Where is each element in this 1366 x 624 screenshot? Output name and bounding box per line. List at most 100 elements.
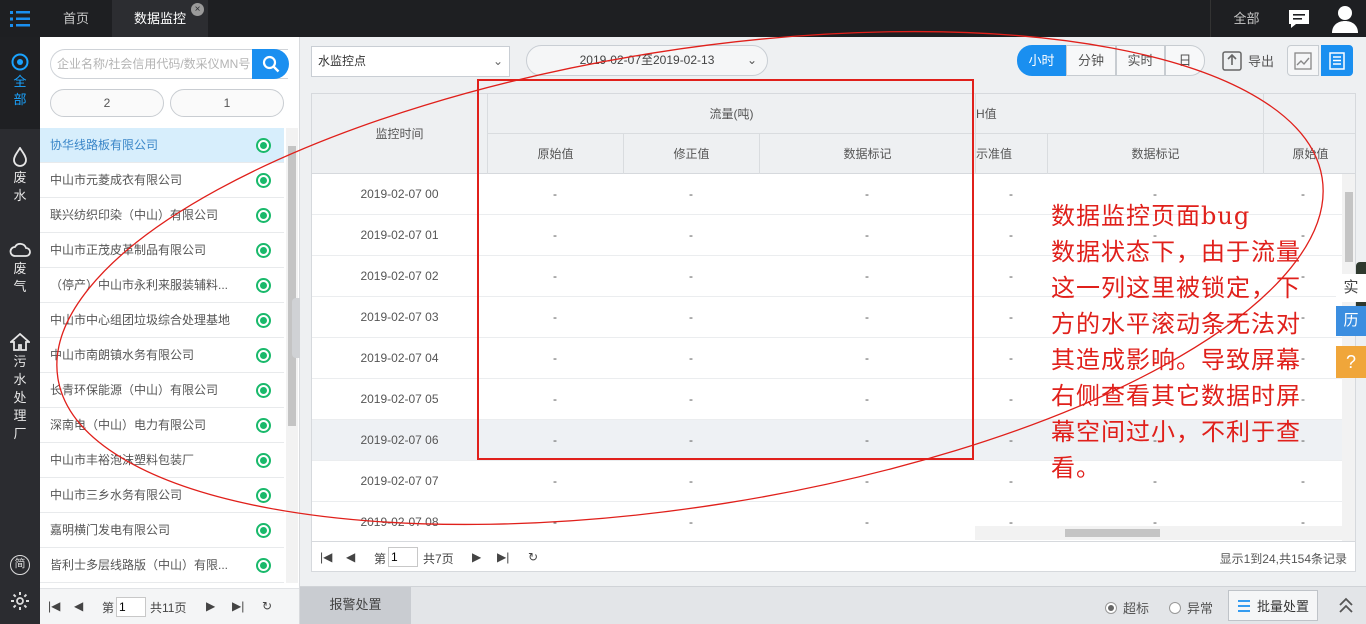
tab-home[interactable]: 首页 — [40, 0, 112, 37]
radio-over-standard[interactable]: 超标 — [1105, 598, 1149, 617]
cell-mark: - — [865, 228, 869, 242]
cell-raw: - — [553, 187, 557, 201]
segment-minute[interactable]: 分钟 — [1066, 45, 1116, 76]
batch-handle-button[interactable]: 批量处置 — [1228, 590, 1318, 621]
nav-sewage-plant-label: 污水处理厂 — [13, 354, 27, 441]
radio-abnormal[interactable]: 异常 — [1169, 598, 1213, 617]
status-online-icon — [256, 523, 271, 538]
header-monitor-time: 监控时间 — [375, 127, 424, 141]
filter-pill-online[interactable]: 2 — [50, 89, 164, 117]
search-button[interactable] — [252, 49, 289, 79]
page-input[interactable] — [116, 597, 146, 617]
cell-fixed: - — [689, 474, 693, 488]
list-item[interactable]: 中山市南朗镇水务有限公司 — [40, 338, 284, 373]
prev-page-icon[interactable]: ◀ — [346, 550, 355, 564]
alarm-handling-tab[interactable]: 报警处置 — [300, 587, 411, 624]
table-view-button[interactable] — [1321, 45, 1353, 76]
bottom-bar: 报警处置 超标 异常 批量处置 — [300, 586, 1366, 624]
company-pager: |◀ ◀ 第 共11页 ▶ ▶| ↻ — [40, 588, 299, 624]
chart-view-button[interactable] — [1287, 45, 1319, 76]
list-item[interactable]: 协华线路板有限公司 — [40, 128, 284, 163]
refresh-icon[interactable]: ↻ — [528, 550, 538, 564]
message-icon[interactable] — [1287, 8, 1311, 30]
cell-time: 2019-02-07 07 — [360, 474, 439, 488]
record-count: 显示1到24,共154条记录 — [1219, 552, 1347, 566]
cell-fixed: - — [689, 310, 693, 324]
date-range-value: 2019-02-07至2019-02-13 — [579, 53, 715, 67]
first-page-icon[interactable]: |◀ — [48, 599, 60, 613]
tab-data-monitor-label: 数据监控 — [133, 11, 186, 26]
cell-time: 2019-02-07 03 — [360, 310, 439, 324]
list-item[interactable]: 中山市丰裕泡沫塑料包装厂 — [40, 443, 284, 478]
list-item[interactable]: 中山市中心组团垃圾综合处理基地 — [40, 303, 284, 338]
filter-pill-offline[interactable]: 1 — [170, 89, 284, 117]
scrollbar-thumb[interactable] — [1345, 192, 1353, 262]
nav-exhaust-gas[interactable]: 废气 — [0, 242, 40, 296]
nav-sewage-plant[interactable]: 污水处理厂 — [0, 333, 40, 443]
simplified-toggle[interactable]: 简 — [10, 555, 30, 575]
list-item[interactable]: 中山市元菱成衣有限公司 — [40, 163, 284, 198]
cell-mark: - — [865, 433, 869, 447]
next-page-icon[interactable]: ▶ — [472, 550, 481, 564]
status-online-icon — [256, 278, 271, 293]
last-page-icon[interactable]: ▶| — [497, 550, 509, 564]
menu-icon[interactable] — [0, 0, 40, 37]
status-online-icon — [256, 418, 271, 433]
nav-wastewater[interactable]: 废水 — [0, 147, 40, 205]
export-button[interactable]: 导出 — [1218, 45, 1281, 76]
line-chart-icon — [1294, 51, 1312, 70]
cell-raw: - — [553, 392, 557, 406]
cell-time: 2019-02-07 08 — [360, 515, 439, 529]
header-next-group — [1263, 94, 1355, 134]
scrollbar-thumb[interactable] — [288, 146, 296, 426]
radio-checked-icon — [1105, 601, 1117, 614]
list-item[interactable]: 嘉明横门发电有限公司 — [40, 513, 284, 548]
first-page-icon[interactable]: |◀ — [320, 550, 332, 564]
chevron-down-icon: ⌄ — [746, 53, 757, 67]
segment-realtime[interactable]: 实时 — [1116, 45, 1165, 76]
date-range-picker[interactable]: 2019-02-07至2019-02-13 ⌄ — [526, 45, 768, 76]
panel-collapse-handle[interactable] — [292, 298, 300, 358]
table-pager: |◀ ◀ 第 共7页 ▶ ▶| ↻ 显示1到24,共154条记录 — [311, 542, 1356, 572]
table-horizontal-scrollbar[interactable] — [975, 526, 1342, 540]
list-item[interactable]: 长青环保能源（中山）有限公司 — [40, 373, 284, 408]
list-item[interactable]: 皆利士多层线路版（中山）有限... — [40, 548, 284, 583]
scrollbar-thumb[interactable] — [1065, 529, 1160, 537]
water-drop-icon — [13, 147, 27, 167]
list-item[interactable]: 深南电（中山）电力有限公司 — [40, 408, 284, 443]
cell-raw: - — [553, 310, 557, 324]
prev-page-icon[interactable]: ◀ — [74, 599, 83, 613]
document-icon — [1329, 51, 1345, 70]
status-online-icon — [256, 558, 271, 573]
chevron-up-icon[interactable] — [1338, 596, 1354, 617]
top-all-menu[interactable]: 全部 — [1210, 0, 1282, 37]
list-item[interactable]: 中山市正茂皮革制品有限公司 — [40, 233, 284, 268]
cell-fixed: - — [689, 228, 693, 242]
cell-ph: - — [1009, 392, 1013, 406]
list-item[interactable]: 联兴纺织印染（中山）有限公司 — [40, 198, 284, 233]
next-page-icon[interactable]: ▶ — [206, 599, 215, 613]
nav-exhaust-gas-label: 废气 — [13, 261, 27, 294]
status-online-icon — [256, 488, 271, 503]
cell-raw: - — [553, 433, 557, 447]
cell-time: 2019-02-07 05 — [360, 392, 439, 406]
list-item[interactable]: 中山市三乡水务有限公司 — [40, 478, 284, 513]
header-ph-standard: 示准值 — [975, 134, 1047, 174]
close-icon[interactable]: × — [191, 3, 204, 16]
page-input[interactable] — [388, 547, 418, 567]
cell-ph: - — [1009, 351, 1013, 365]
nav-all[interactable]: 全部 — [0, 37, 40, 129]
user-icon[interactable] — [1330, 5, 1360, 33]
gear-icon[interactable] — [10, 591, 30, 614]
cell-fixed: - — [689, 433, 693, 447]
last-page-icon[interactable]: ▶| — [232, 599, 244, 613]
status-online-icon — [256, 208, 271, 223]
monitor-point-select[interactable]: 水监控点 ⌄ — [311, 46, 510, 77]
tab-data-monitor[interactable]: 数据监控 × — [112, 0, 208, 37]
radio-abnormal-label: 异常 — [1187, 601, 1214, 616]
refresh-icon[interactable]: ↻ — [262, 599, 272, 613]
list-item[interactable]: （停产）中山市永利来服装辅料... — [40, 268, 284, 303]
segment-day[interactable]: 日 — [1165, 45, 1205, 76]
segment-hour[interactable]: 小时 — [1017, 45, 1066, 76]
annotation-note: 数据监控页面bug 数据状态下，由于流量 这一列这里被锁定，下 方的水平滚动条无… — [1051, 198, 1341, 486]
